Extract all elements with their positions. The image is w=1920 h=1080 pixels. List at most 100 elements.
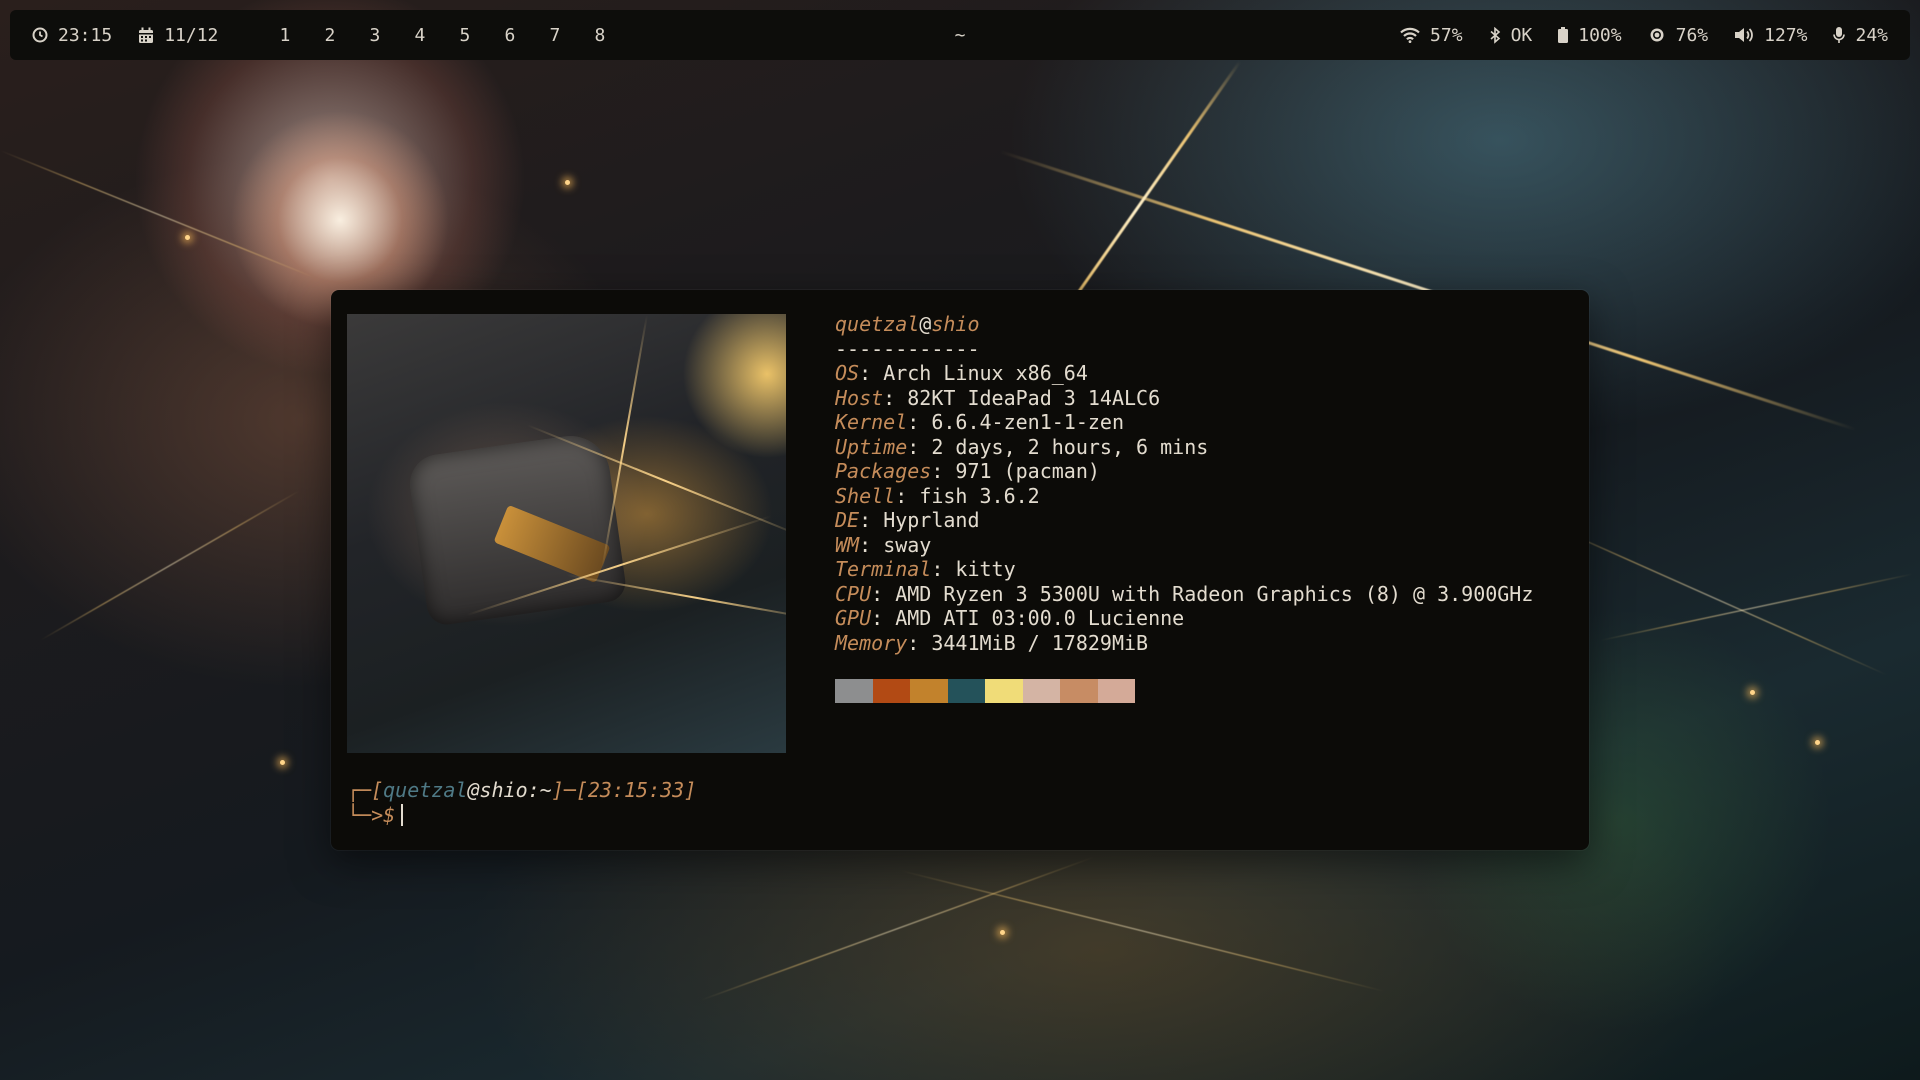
palette-swatch xyxy=(985,679,1023,703)
workspace-3[interactable]: 3 xyxy=(352,25,397,46)
workspace-5[interactable]: 5 xyxy=(442,25,487,46)
fetch-row-cpu: CPU: AMD Ryzen 3 5300U with Radeon Graph… xyxy=(835,581,1534,606)
wallpaper-spark xyxy=(1750,690,1755,695)
wallpaper-streak xyxy=(1539,520,1888,676)
image-light-streak xyxy=(600,314,648,572)
fetch-row-kernel: Kernel: 6.6.4-zen1-1-zen xyxy=(835,410,1124,434)
fetch-row-wm: WM: sway xyxy=(835,532,932,557)
color-palette xyxy=(835,679,1135,703)
prompt-symbol: >$ xyxy=(371,802,396,827)
prompt-corner-bottom: └─ xyxy=(347,802,372,827)
prompt-close-bracket: ] xyxy=(551,778,564,802)
brightness-module[interactable]: 76% xyxy=(1648,24,1709,46)
fetch-key: CPU xyxy=(835,581,872,606)
wallpaper-spark xyxy=(280,760,285,765)
prompt-line-2: └─>$ xyxy=(347,803,696,828)
fetch-row-terminal: Terminal: kitty xyxy=(835,557,1016,581)
brightness-text: 76% xyxy=(1675,24,1709,46)
fetch-key: Kernel xyxy=(835,410,908,434)
wallpaper-streak xyxy=(699,856,1095,1001)
workspace-6[interactable]: 6 xyxy=(487,25,532,46)
fetch-value: sway xyxy=(883,532,932,557)
shell-prompt[interactable]: ┌─[quetzal@shio:~]─[23:15:33] └─>$ xyxy=(347,778,696,827)
fetch-value: 2 days, 2 hours, 6 mins xyxy=(931,434,1209,459)
prompt-host: @shio:~ xyxy=(467,778,552,802)
clock-module[interactable]: 23:15 xyxy=(32,25,112,46)
fetch-row-memory: Memory: 3441MiB / 17829MiB xyxy=(835,630,1149,655)
workspace-8[interactable]: 8 xyxy=(577,25,622,46)
wallpaper-streak xyxy=(899,870,1386,992)
prompt-time: [23:15:33] xyxy=(575,778,697,802)
fetch-value: 82KT IdeaPad 3 14ALC6 xyxy=(907,385,1161,410)
workspace-7[interactable]: 7 xyxy=(532,25,577,46)
fetch-value: 6.6.4-zen1-1-zen xyxy=(931,410,1124,434)
status-bar: ~ 23:15 11/12 1 2 3 4 5 6 7 8 57% OK 100… xyxy=(10,10,1910,60)
fetch-key: GPU xyxy=(835,606,872,630)
prompt-corner-top: ┌─ xyxy=(347,778,372,802)
wallpaper-streak xyxy=(1599,573,1914,641)
bluetooth-icon xyxy=(1489,26,1501,44)
wallpaper-streak xyxy=(39,490,301,641)
palette-swatch xyxy=(1022,679,1060,703)
fetch-key: Terminal xyxy=(835,557,932,581)
fetch-key: OS xyxy=(835,361,860,385)
wallpaper-spark xyxy=(1000,930,1005,935)
palette-swatch xyxy=(1097,679,1135,703)
date-module[interactable]: 11/12 xyxy=(138,25,218,46)
microphone-text: 24% xyxy=(1855,24,1888,46)
battery-module[interactable]: 100% xyxy=(1558,24,1622,46)
fetch-value: fish 3.6.2 xyxy=(919,483,1040,508)
fetch-value: Arch Linux x86_64 xyxy=(883,361,1088,385)
fetch-info: quetzal@shio ------------ OS: Arch Linux x… xyxy=(835,312,1533,655)
prompt-open-bracket: [ xyxy=(371,778,384,802)
clock-text: 23:15 xyxy=(58,24,113,46)
fetch-row-de: DE: Hyprland xyxy=(835,508,980,532)
fetch-host: shio xyxy=(931,312,980,336)
volume-module[interactable]: 127% xyxy=(1734,25,1807,46)
date-text: 11/12 xyxy=(164,24,219,46)
palette-swatch xyxy=(947,679,985,703)
fetch-separator: ------------ xyxy=(835,336,980,361)
fetch-row-gpu: GPU: AMD ATI 03:00.0 Lucienne xyxy=(835,606,1185,630)
prompt-user: quetzal xyxy=(383,778,468,802)
wifi-text: 57% xyxy=(1430,24,1463,46)
palette-swatch xyxy=(910,679,948,703)
fetch-value: 3441MiB / 17829MiB xyxy=(931,630,1149,655)
fetch-at: @ xyxy=(919,312,932,336)
fetch-title: quetzal@shio xyxy=(835,312,1533,337)
fetch-value: AMD ATI 03:00.0 Lucienne xyxy=(895,606,1185,630)
wifi-module[interactable]: 57% xyxy=(1400,25,1463,46)
workspace-2[interactable]: 2 xyxy=(307,25,352,46)
terminal-window[interactable]: quetzal@shio ------------ OS: Arch Linux x… xyxy=(331,290,1589,850)
palette-swatch xyxy=(872,679,910,703)
fetch-key: DE xyxy=(835,508,860,532)
fetch-row-uptime: Uptime: 2 days, 2 hours, 6 mins xyxy=(835,434,1209,459)
clock-icon xyxy=(32,27,48,43)
bluetooth-text: OK xyxy=(1510,24,1533,46)
workspace-list: 1 2 3 4 5 6 7 8 xyxy=(262,25,622,46)
palette-swatch xyxy=(835,679,873,703)
fetch-value: AMD Ryzen 3 5300U with Radeon Graphics (… xyxy=(895,581,1534,606)
fetch-key: Host xyxy=(835,385,884,410)
calendar-icon xyxy=(138,27,154,44)
microphone-module[interactable]: 24% xyxy=(1833,25,1888,46)
fetch-row-os: OS: Arch Linux x86_64 xyxy=(835,361,1088,385)
battery-text: 100% xyxy=(1578,24,1622,46)
fetch-value: 971 (pacman) xyxy=(955,459,1100,483)
fetch-logo-image xyxy=(347,314,786,753)
fetch-row-packages: Packages: 971 (pacman) xyxy=(835,459,1100,483)
text-cursor xyxy=(401,803,404,826)
bluetooth-module[interactable]: OK xyxy=(1489,24,1533,46)
microphone-icon xyxy=(1833,26,1846,44)
volume-icon xyxy=(1734,27,1754,43)
workspace-1[interactable]: 1 xyxy=(262,25,307,46)
fetch-user: quetzal xyxy=(835,312,920,336)
fetch-value: kitty xyxy=(955,557,1016,581)
fetch-value: Hyprland xyxy=(883,508,980,532)
wallpaper-spark xyxy=(185,235,190,240)
wifi-icon xyxy=(1400,27,1420,43)
workspace-4[interactable]: 4 xyxy=(397,25,442,46)
fetch-key: Uptime xyxy=(835,434,908,459)
fetch-key: WM xyxy=(835,532,860,557)
wallpaper-spark xyxy=(565,180,570,185)
